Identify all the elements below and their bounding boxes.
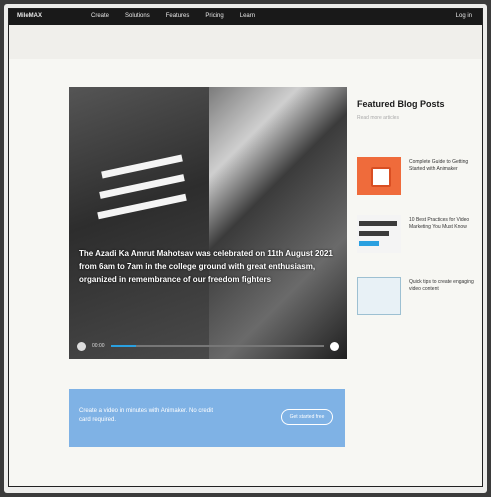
nav-item-solutions[interactable]: Solutions (125, 13, 150, 19)
hero-caption: The Azadi Ka Amrut Mahotsav was celebrat… (79, 249, 333, 284)
thumbnail-text-line (359, 241, 379, 246)
brand-logo[interactable]: MileMAX (17, 13, 42, 19)
hero-image-right (209, 87, 347, 359)
featured-sidebar: Featured Blog Posts Read more articles C… (357, 99, 477, 315)
video-time: 00:00 (92, 343, 105, 349)
play-icon[interactable] (77, 341, 86, 351)
hero-video[interactable]: The Azadi Ka Amrut Mahotsav was celebrat… (69, 87, 347, 359)
blog-post-item[interactable]: 10 Best Practices for Video Marketing Yo… (357, 215, 477, 255)
blog-post-item[interactable]: Quick tips to create engaging video cont… (357, 277, 477, 317)
sub-header (9, 25, 482, 59)
blog-thumbnail (357, 215, 401, 253)
sidebar-subtitle: Read more articles (357, 115, 399, 121)
cta-button[interactable]: Get started free (281, 409, 333, 425)
crosswalk-stripe (101, 154, 183, 179)
main-nav: Create Solutions Features Pricing Learn (91, 13, 255, 19)
video-controls: 00:00 (77, 339, 339, 353)
settings-icon[interactable] (330, 341, 339, 351)
nav-item-pricing[interactable]: Pricing (205, 13, 223, 19)
top-nav-bar: MileMAX Create Solutions Features Pricin… (9, 9, 482, 25)
browser-window: MileMAX Create Solutions Features Pricin… (8, 8, 483, 487)
video-progress-fill (110, 345, 137, 347)
cta-banner: Create a video in minutes with Animaker.… (69, 389, 345, 447)
thumbnail-text-line (359, 231, 389, 236)
login-link[interactable]: Log in (456, 13, 472, 19)
nav-item-create[interactable]: Create (91, 13, 109, 19)
thumbnail-text-line (359, 221, 397, 226)
nav-item-learn[interactable]: Learn (240, 13, 255, 19)
blog-post-title[interactable]: Complete Guide to Getting Started with A… (409, 159, 475, 173)
sidebar-title: Featured Blog Posts (357, 99, 445, 109)
blog-thumbnail (357, 277, 401, 315)
crosswalk-stripe (99, 174, 185, 199)
blog-thumbnail (357, 157, 401, 195)
nav-item-features[interactable]: Features (166, 13, 190, 19)
hero-image-left (69, 87, 209, 359)
cta-text: Create a video in minutes with Animaker.… (79, 408, 214, 423)
blog-post-item[interactable]: Complete Guide to Getting Started with A… (357, 157, 477, 197)
blog-post-title[interactable]: 10 Best Practices for Video Marketing Yo… (409, 217, 475, 231)
blog-post-title[interactable]: Quick tips to create engaging video cont… (409, 279, 475, 293)
crosswalk-stripe (97, 193, 187, 220)
video-progress-bar[interactable] (110, 345, 324, 347)
